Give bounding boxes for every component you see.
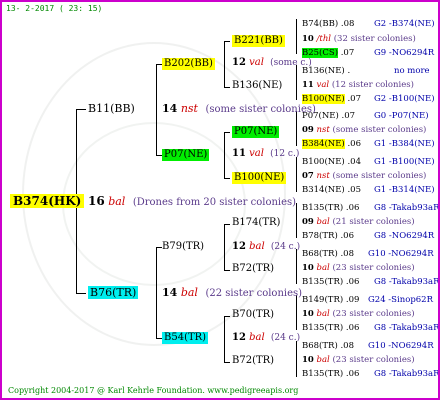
ancestor-name[interactable]: B72(TR) — [232, 356, 274, 366]
tree-line — [224, 316, 230, 317]
colony-info: 09 nst (some sister colonies) — [302, 125, 427, 135]
tree-line — [296, 295, 297, 330]
date-header: 13- 2-2017 ( 23: 15) — [6, 4, 103, 13]
colony-info: 10 bal (23 sister colonies) — [302, 263, 415, 273]
tree-line — [76, 293, 86, 294]
parent-row: B74(BB) .08 G2 -B374(NE) — [302, 19, 435, 29]
tree-line — [296, 111, 297, 146]
tree-line — [296, 157, 297, 192]
parent-row: B314(NE) .05 G1 -B314(NE) — [302, 185, 435, 195]
parent-row: B68(TR) .08 G10 -NO6294R — [302, 249, 434, 259]
tree-line — [156, 64, 157, 156]
queen-info: 14 nst (some sister colonies) — [162, 102, 316, 115]
tree-line — [224, 87, 230, 88]
ancestor-name[interactable]: B72(TR) — [232, 264, 274, 274]
queen-mother-name[interactable]: B202(BB) — [162, 58, 215, 70]
parent-row: B135(TR) .06 G8 -Takab93aR — [302, 277, 440, 287]
drone-father-name[interactable]: B54(TR) — [162, 332, 209, 344]
copyright-footer[interactable]: Copyright 2004-2017 @ Karl Kehrle Founda… — [8, 387, 298, 395]
tree-line — [296, 341, 297, 377]
queen-father-name[interactable]: P07(NE) — [162, 149, 210, 161]
root-queen[interactable]: B374(HK) — [10, 194, 85, 208]
tree-line — [224, 224, 230, 225]
colony-info: 09 bal (21 sister colonies) — [302, 217, 415, 227]
parent-row: B136(NE) . no more — [302, 66, 430, 76]
root-info: 16 bal (Drones from 20 sister colonies) — [88, 194, 297, 208]
ancestor-name[interactable]: P07(NE) — [232, 126, 280, 138]
tree-line — [296, 203, 297, 238]
colony-info: 10 bal (23 sister colonies) — [302, 309, 415, 319]
tree-line — [224, 132, 225, 178]
ancestor-name[interactable]: B174(TR) — [232, 218, 280, 228]
parent-row: B100(NE) .04 G1 -B100(NE) — [302, 157, 435, 167]
tree-line — [156, 247, 157, 339]
tree-line — [224, 132, 230, 133]
queen-mother-info: 12 val (some c.) — [232, 57, 312, 68]
ancestor-name[interactable]: B136(NE) — [232, 81, 282, 91]
colony-info: 10 bal (23 sister colonies) — [302, 355, 415, 365]
parent-row: B100(NE) .07 G2 -B100(NE) — [302, 94, 435, 104]
parent-row: B78(TR) .06 G8 -NO6294R — [302, 231, 435, 241]
drone-mother-name[interactable]: B79(TR) — [162, 242, 204, 252]
parent-row: B68(TR) .08 G10 -NO6294R — [302, 341, 434, 351]
tree-line — [76, 109, 86, 110]
queen-father-info: 11 val (12 c.) — [232, 148, 300, 159]
ancestor-name[interactable]: B70(TR) — [232, 310, 274, 320]
parent-row: B149(TR) .09 G24 -Sinop62R — [302, 295, 433, 305]
parent-row: B25(CS) .07 G9 -NO6294R — [302, 48, 435, 58]
tree-line — [224, 316, 225, 362]
tree-line — [224, 270, 230, 271]
ancestor-name[interactable]: B221(BB) — [232, 35, 285, 47]
parent-row: B384(NE) .06 G1 -B384(NE) — [302, 139, 435, 149]
drone-mother-info: 12 bal (24 c.) — [232, 241, 301, 252]
tree-line — [224, 362, 230, 363]
parent-row: B135(TR) .06 G8 -Takab93aR — [302, 323, 440, 333]
queen-name[interactable]: B11(BB) — [88, 103, 135, 114]
tree-line — [296, 65, 297, 100]
drone-sire-info: 14 bal (22 sister colonies) — [162, 286, 303, 299]
tree-line — [224, 41, 225, 87]
drone-father-info: 12 bal (24 c.) — [232, 332, 301, 343]
parent-row: B135(TR) .06 G8 -Takab93aR — [302, 369, 440, 379]
tree-line — [224, 224, 225, 270]
tree-line — [296, 19, 297, 54]
drone-sire-name[interactable]: B76(TR) — [88, 286, 139, 299]
tree-line — [224, 178, 230, 179]
pedigree-chart: 13- 2-2017 ( 23: 15) B374(HK) 16 bal (Dr… — [0, 0, 440, 400]
parent-row: B135(TR) .06 G8 -Takab93aR — [302, 203, 440, 213]
parent-row: P07(NE) .07 G0 -P07(NE) — [302, 111, 429, 121]
colony-info: 07 nst (some sister colonies) — [302, 171, 427, 181]
colony-info: 10 /thl (32 sister colonies) — [302, 34, 416, 44]
tree-line — [224, 41, 230, 42]
ancestor-name[interactable]: B100(NE) — [232, 172, 287, 184]
colony-info: 11 val (12 sister colonies) — [302, 80, 414, 90]
tree-line — [296, 249, 297, 284]
